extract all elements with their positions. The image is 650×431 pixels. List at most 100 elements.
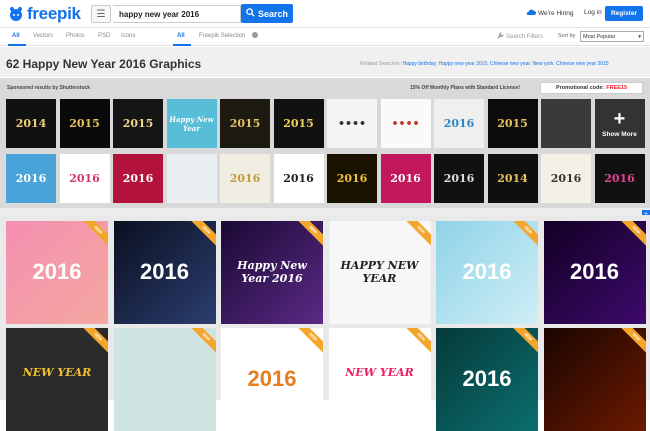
sponsored-thumbnail[interactable]: 2016 (594, 154, 645, 203)
card-title: Happy New Year 2016 (237, 259, 307, 285)
section-divider (0, 208, 650, 215)
resource-card[interactable]: NEW YEAR NEW (328, 328, 431, 431)
sponsored-thumbnail[interactable]: 2016 (541, 154, 591, 203)
search-button-label: Search (257, 8, 289, 19)
tab-vectors[interactable]: Vectors (33, 33, 53, 39)
resource-card[interactable]: 2016 NEW (543, 221, 646, 324)
tab-psd[interactable]: PSD (98, 33, 110, 39)
sort-selected-value: Most Popular (583, 33, 616, 40)
new-badge: NEW (187, 328, 216, 356)
search-icon (246, 8, 255, 19)
card-title: HAPPY NEW YEAR (340, 259, 419, 285)
tab-freepik-selection[interactable]: Freepik Selection (199, 33, 245, 39)
chevron-down-icon: ▾ (638, 33, 641, 40)
sponsored-thumbnail[interactable] (541, 99, 591, 148)
card-title: 2016 (247, 366, 297, 391)
card-title: 2016 (462, 366, 512, 391)
sponsored-row: 2016 2016 2016 2016 2016 2016 2016 2016 2014 2016… (6, 154, 646, 203)
menu-icon[interactable]: ☰ (91, 5, 111, 23)
hiring-link[interactable]: We're Hiring (526, 9, 573, 18)
plus-icon: + (613, 108, 626, 130)
sponsored-thumbnail[interactable]: 2016 (6, 154, 56, 203)
page-title: 62 Happy New Year 2016 Graphics (6, 57, 202, 71)
new-badge: NEW (617, 221, 646, 249)
show-more-button[interactable]: + Show More (594, 99, 645, 148)
resource-card[interactable]: 2016 NEW (436, 328, 538, 431)
tab-icons[interactable]: Icons (121, 33, 135, 39)
wrench-icon (497, 32, 504, 41)
promo-code-box[interactable]: Promotional code: FREE15 (540, 82, 643, 94)
tab-all[interactable]: All (12, 33, 20, 39)
search-button[interactable]: Search (241, 4, 293, 23)
sponsored-thumbnail[interactable]: 2016 (59, 154, 110, 203)
related-link[interactable]: Chinese new year (490, 61, 530, 67)
tab-all-selection[interactable]: All (177, 33, 185, 39)
card-title: 2016 (32, 259, 82, 284)
sponsored-thumbnail[interactable]: 2015 (273, 99, 324, 148)
card-title: 2016 (570, 259, 619, 284)
related-searches: Related Searches: Happy birthday, Happy … (360, 61, 609, 67)
new-badge: NEW (509, 328, 538, 356)
sponsored-thumbnail[interactable]: 2016 (380, 154, 431, 203)
freepik-logo-icon (8, 6, 24, 22)
cloud-icon (526, 9, 536, 18)
related-link[interactable]: Chinese new year 2015 (556, 61, 609, 67)
sponsored-thumbnail[interactable] (166, 154, 217, 203)
search-input[interactable]: happy new year 2016 (113, 5, 241, 23)
card-title: 2016 (462, 259, 512, 284)
related-label: Related Searches: (360, 61, 402, 67)
tab-photos[interactable]: Photos (66, 33, 85, 39)
tab-all-selection-underline (173, 44, 191, 46)
resource-card[interactable]: 2016 NEW (221, 328, 323, 431)
sponsored-thumbnail[interactable]: 2015 (113, 99, 163, 148)
sort-select[interactable]: Most Popular ▾ (580, 31, 644, 42)
new-badge: NEW (79, 328, 108, 356)
top-header: freepik ☰ happy new year 2016 Search We'… (0, 0, 650, 28)
search-filters-link[interactable]: Search Filters (497, 32, 543, 41)
new-badge: NEW (294, 328, 323, 356)
sponsored-label: Sponsored results by Shutterstock (7, 85, 91, 91)
show-more-label: Show More (602, 131, 637, 138)
resource-card[interactable]: 2016 NEW (6, 221, 108, 324)
card-title: NEW YEAR (345, 366, 414, 379)
tab-all-underline (8, 44, 26, 46)
promo-label: Promotional code: (555, 85, 605, 91)
resource-card[interactable]: 2016 NEW (436, 221, 538, 324)
sponsored-thumbnail[interactable]: 2015 (59, 99, 110, 148)
selection-badge-icon (251, 31, 259, 41)
sponsored-thumbnail[interactable]: 2014 (487, 154, 538, 203)
filter-tabs: All Vectors Photos PSD Icons All Freepik… (0, 28, 650, 46)
sponsored-thumbnail[interactable]: 2016 (113, 154, 163, 203)
sponsored-row: 2014 2015 2015 Happy New Year 2015 2015 •••• ••… (6, 99, 646, 148)
new-badge: NEW (294, 221, 323, 249)
related-link[interactable]: New york (533, 61, 554, 67)
results-grid: 2016 NEW 2016 NEW Happy New Year 2016 NEW HAPP… (0, 215, 650, 431)
sponsored-thumbnail[interactable]: 2015 (487, 99, 538, 148)
card-title: 2016 (140, 259, 189, 284)
related-link[interactable]: Happy birthday (403, 61, 436, 67)
login-link[interactable]: Log in (584, 9, 602, 16)
register-button[interactable]: Register (605, 6, 643, 21)
sponsored-thumbnail[interactable]: 2016 (434, 99, 484, 148)
sponsored-thumbnail[interactable]: 2016 (220, 154, 270, 203)
resource-card[interactable]: Happy New Year 2016 NEW (221, 221, 323, 324)
sponsored-thumbnail[interactable]: 2014 (6, 99, 56, 148)
sponsored-thumbnail[interactable]: 2016 (273, 154, 324, 203)
sponsored-thumbnail[interactable]: •••• (327, 99, 377, 148)
resource-card[interactable]: HAPPY NEW YEAR NEW (328, 221, 431, 324)
sponsored-thumbnail[interactable]: 2016 (434, 154, 484, 203)
resource-card[interactable]: 2016 NEW (113, 221, 216, 324)
sponsored-thumbnail[interactable]: 2015 (220, 99, 270, 148)
sponsored-thumbnail[interactable]: Happy New Year (166, 99, 217, 148)
resource-card[interactable]: NEW (113, 328, 216, 431)
resource-card[interactable]: NEW YEAR NEW (6, 328, 108, 431)
logo-text: freepik (27, 4, 81, 23)
related-link[interactable]: Happy new year 2015 (439, 61, 488, 67)
freepik-logo[interactable]: freepik (8, 4, 81, 23)
resource-card[interactable]: NEW (543, 328, 646, 431)
sponsored-thumbnail[interactable]: •••• (380, 99, 431, 148)
search-filters-label: Search Filters (506, 33, 544, 40)
new-badge: NEW (402, 328, 431, 356)
sponsored-thumbnail[interactable]: 2016 (327, 154, 377, 203)
new-badge: NEW (617, 328, 646, 356)
